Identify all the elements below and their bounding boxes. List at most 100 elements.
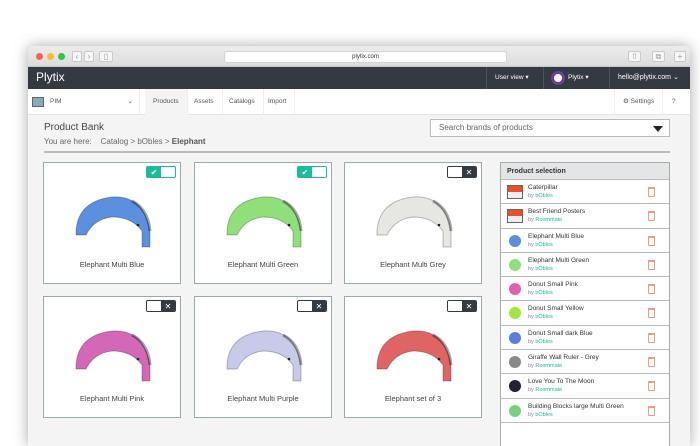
select-toggle[interactable]: ✕	[146, 300, 176, 312]
product-image	[75, 196, 152, 248]
top-nav: Plytix User view ▾ Plytix ▾ hello@plytix…	[28, 67, 690, 89]
module-label: PIM	[50, 98, 62, 105]
chevron-down-icon: ⌄	[672, 74, 679, 81]
x-icon: ✕	[462, 301, 476, 311]
product-card[interactable]: ✔ Elephant Multi Green	[194, 162, 332, 284]
list-item[interactable]: Giraffe Wall Ruler - Grey by Roommate	[501, 350, 669, 375]
select-toggle[interactable]: ✔	[297, 166, 327, 178]
item-brand: by bObles	[528, 290, 553, 296]
close-window-button[interactable]	[36, 53, 43, 60]
thumbnail	[509, 258, 521, 271]
by-label: by	[528, 338, 534, 345]
pim-icon	[32, 97, 44, 107]
brand-link[interactable]: bObles	[535, 412, 552, 418]
x-icon: ✕	[312, 301, 326, 311]
search-placeholder: Search brands of products	[439, 123, 533, 132]
select-toggle[interactable]: ✕	[447, 166, 477, 178]
list-item[interactable]: Donut Small Pink by bObles	[501, 277, 669, 302]
url-bar[interactable]: plytix.com	[224, 51, 507, 63]
thumbnail	[509, 380, 521, 393]
list-item[interactable]: Elephant Multi Blue by bObles	[501, 229, 669, 253]
toggle-knob	[147, 301, 161, 311]
list-item[interactable]: Elephant Multi Green by bObles	[501, 253, 669, 278]
minimize-window-button[interactable]	[47, 53, 54, 60]
tabs-icon[interactable]: ⧉	[652, 51, 665, 62]
brand-link[interactable]: bObles	[535, 266, 552, 272]
select-toggle[interactable]: ✕	[297, 300, 327, 312]
list-item[interactable]: Building Blocks large Multi Green by bOb…	[501, 399, 669, 423]
product-card[interactable]: ✕ Elephant Multi Pink	[43, 296, 181, 418]
check-icon: ✔	[298, 167, 312, 177]
by-label: by	[528, 314, 534, 321]
user-view-menu[interactable]: User view ▾	[486, 67, 537, 89]
account-menu[interactable]: Plytix ▾	[543, 67, 597, 89]
list-item[interactable]: Donut Small dark Blue by bObles	[501, 326, 669, 351]
tab-import[interactable]: Import	[260, 89, 296, 115]
item-name: Building Blocks large Multi Green	[528, 402, 624, 410]
brand-link[interactable]: Roommate	[535, 387, 562, 393]
brand-link[interactable]: bObles	[535, 193, 552, 199]
by-label: by	[528, 265, 534, 272]
product-card[interactable]: ✕ Elephant Multi Purple	[194, 296, 332, 418]
settings-button[interactable]: ⚙ Settings	[614, 89, 664, 115]
trash-icon[interactable]	[648, 405, 655, 416]
divider	[44, 151, 670, 153]
trash-icon[interactable]	[648, 357, 655, 368]
page-title: Product Bank	[44, 122, 105, 133]
toggle-knob	[298, 301, 312, 311]
trash-icon[interactable]	[648, 381, 655, 392]
trash-icon[interactable]	[648, 259, 655, 270]
trash-icon[interactable]	[648, 235, 655, 246]
list-item[interactable]: Best Friend Posters by Roommate	[501, 204, 669, 229]
trash-icon[interactable]	[648, 284, 655, 295]
product-name: Elephant Multi Purple	[227, 394, 299, 403]
item-brand: by bObles	[528, 266, 553, 272]
toggle-knob	[448, 301, 462, 311]
trash-icon[interactable]	[648, 211, 655, 222]
list-item[interactable]: Love You To The Moon by Roommate	[501, 374, 669, 399]
browser-window: ‹ › ▯ plytix.com ⇧ ⧉ + Plytix User view …	[28, 46, 690, 446]
product-card[interactable]: ✕ Elephant set of 3	[344, 296, 482, 418]
maximize-window-button[interactable]	[58, 53, 65, 60]
share-icon[interactable]: ⇧	[628, 51, 641, 62]
forward-icon[interactable]: ›	[84, 51, 94, 62]
brand-search-select[interactable]: Search brands of products	[430, 119, 670, 137]
sidebar-icon[interactable]: ▯	[99, 51, 113, 62]
toggle-knob	[312, 167, 326, 177]
check-icon: ✔	[147, 167, 161, 177]
item-name: Donut Small Pink	[528, 281, 578, 289]
list-item[interactable]: Donut Small Yellow by bObles	[501, 301, 669, 326]
brand-link[interactable]: Roommate	[535, 217, 562, 223]
breadcrumb-path[interactable]: Catalog > bObles >	[101, 137, 172, 146]
breadcrumb-prefix: You are here:	[44, 137, 92, 146]
select-toggle[interactable]: ✔	[146, 166, 176, 178]
brand-link[interactable]: bObles	[535, 242, 552, 248]
trash-icon[interactable]	[648, 187, 655, 197]
brand-link[interactable]: bObles	[535, 339, 552, 345]
browser-titlebar: ‹ › ▯ plytix.com ⇧ ⧉ +	[28, 46, 690, 67]
item-name: Donut Small Yellow	[528, 305, 584, 313]
list-item[interactable]: Caterpillar by bObles	[501, 180, 669, 205]
module-select[interactable]: PIM ⌄	[28, 89, 140, 115]
plytix-logo[interactable]: Plytix	[36, 70, 65, 84]
product-name: Elephant Multi Pink	[79, 394, 145, 403]
caret-down-icon	[653, 126, 663, 132]
trash-icon[interactable]	[648, 332, 655, 343]
brand-link[interactable]: bObles	[535, 314, 552, 320]
product-name: Elephant set of 3	[384, 394, 442, 403]
tab-catalogs[interactable]: Catalogs	[221, 89, 264, 115]
tab-products[interactable]: Products	[145, 89, 188, 115]
by-label: by	[528, 241, 534, 248]
product-card[interactable]: ✕ Elephant Multi Grey	[344, 162, 482, 284]
email-menu[interactable]: hello@plytix.com ⌄	[609, 67, 687, 89]
trash-icon[interactable]	[648, 308, 655, 319]
select-toggle[interactable]: ✕	[447, 300, 477, 312]
tab-assets[interactable]: Assets	[186, 89, 223, 115]
item-name: Best Friend Posters	[528, 208, 586, 216]
brand-link[interactable]: Roommate	[535, 363, 562, 369]
back-icon[interactable]: ‹	[72, 51, 82, 62]
brand-link[interactable]: bObles	[535, 290, 552, 296]
new-tab-icon[interactable]: +	[674, 51, 686, 62]
product-card[interactable]: ✔ Elephant Multi Blue	[43, 162, 181, 284]
help-button[interactable]: ?	[664, 89, 684, 115]
